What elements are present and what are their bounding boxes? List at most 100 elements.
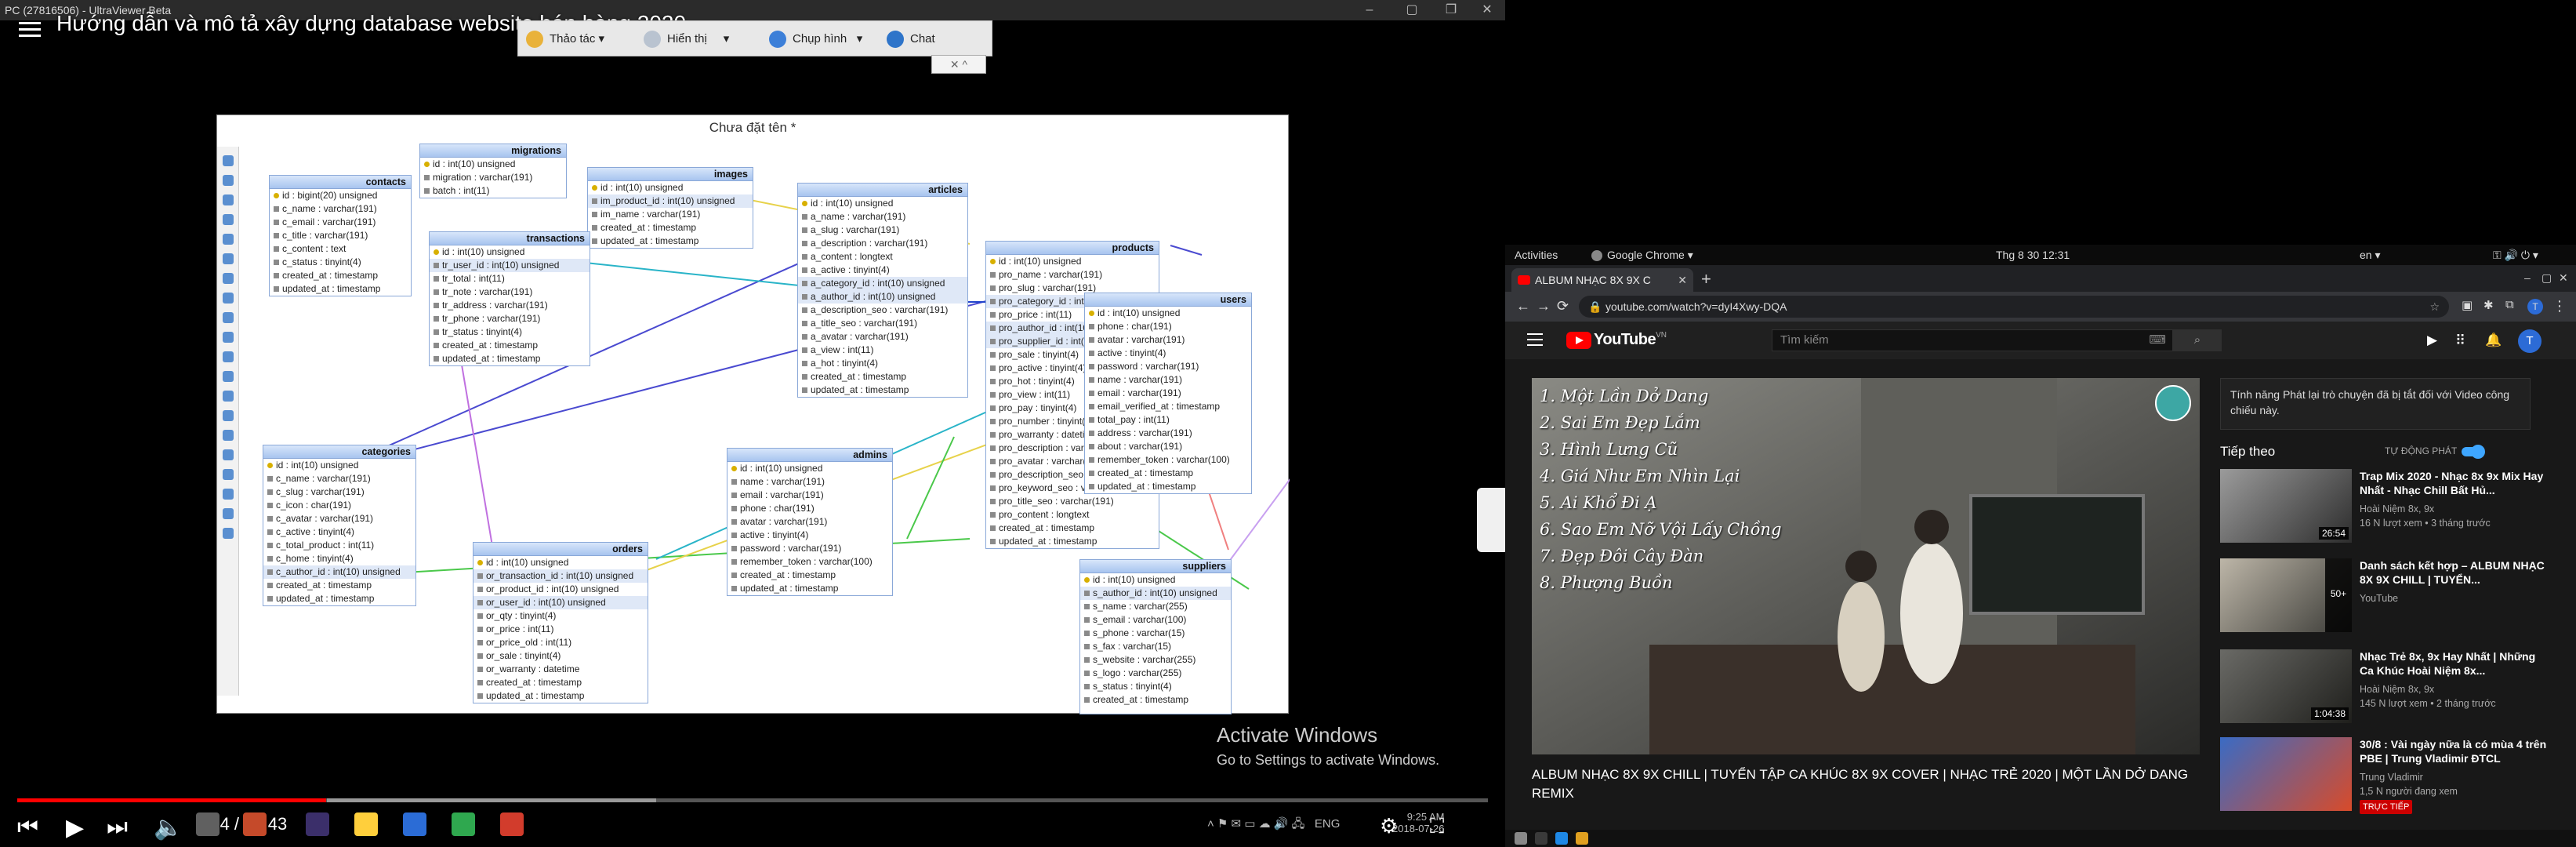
app-icon[interactable] (196, 812, 220, 836)
video-thumbnail[interactable]: 26:54 (2220, 469, 2352, 543)
profile-icon[interactable]: T (2527, 299, 2543, 314)
table-row: c_home : tinyint(4) (263, 552, 415, 565)
app-menu[interactable]: Google Chrome ▾ (1591, 245, 1693, 265)
forward-icon[interactable]: → (1537, 298, 1551, 314)
recommendation-title[interactable]: 30/8 : Vài ngày nữa là có mùa 4 trên PBE… (2360, 737, 2548, 765)
taskbar-clock[interactable]: 9:25 AM 2018-07-26 (1392, 811, 1445, 834)
table-row: im_product_id : int(10) unsigned (588, 194, 753, 208)
maximize-button[interactable]: ▢ (1394, 0, 1430, 20)
apps-icon[interactable]: ⠿ (2455, 333, 2473, 348)
youtube-logo[interactable]: YouTubeVN (1566, 331, 1667, 350)
table-categories[interactable]: categories id : int(10) unsigned c_name … (263, 445, 416, 606)
table-row: a_content : longtext (798, 250, 967, 264)
control-label: Thảo tác (550, 32, 596, 45)
app-icon[interactable] (1515, 832, 1527, 845)
recommendation-item[interactable]: 26:54 Trap Mix 2020 - Nhạc 8x 9x Mix Hay… (2220, 469, 2549, 544)
recommendation-item[interactable]: 50+ Danh sách kết hợp – ALBUM NHẠC 8X 9X… (2220, 558, 2549, 634)
notifications-icon[interactable]: 🔔 (2485, 333, 2502, 348)
recommendation-title[interactable]: Nhạc Trẻ 8x, 9x Hay Nhất | Những Ca Khúc… (2360, 649, 2548, 678)
menu-icon[interactable] (19, 22, 41, 39)
maximize-button[interactable]: ▢ (2542, 271, 2552, 285)
reload-icon[interactable]: ⟳ (1557, 298, 1569, 314)
video-thumbnail[interactable]: 1:04:38 (2220, 649, 2352, 723)
video-progress-bar[interactable] (17, 798, 1488, 802)
search-input[interactable]: Tìm kiếm ⌨ (1772, 329, 2173, 351)
more-icon[interactable]: ⋮ (2552, 298, 2567, 314)
app-icon[interactable] (452, 812, 475, 836)
tray-icons[interactable]: ˄ ⚑ ✉ ▭ ☁ 🔊 🖧 (1207, 817, 1312, 831)
minimize-button[interactable]: – (1351, 0, 1388, 20)
toggle-switch[interactable] (2462, 444, 2486, 459)
table-users[interactable]: users id : int(10) unsigned phone : char… (1084, 293, 1252, 494)
input-language[interactable]: en ▾ (2360, 245, 2381, 265)
close-button[interactable]: ✕ (1469, 0, 1505, 20)
screenshot-menu[interactable]: Chụp hình ▾ (769, 29, 862, 49)
next-icon[interactable]: ⏭ (107, 814, 128, 841)
address-bar[interactable]: 🔒 youtube.com/watch?v=dyI4Xwy-DQA ☆ (1579, 296, 2449, 318)
star-icon[interactable]: ☆ (2429, 296, 2440, 318)
terminal-icon[interactable] (1535, 832, 1547, 845)
app-icon[interactable] (306, 812, 329, 836)
table-migrations[interactable]: migrations id : int(10) unsigned migrati… (419, 144, 567, 198)
search-button[interactable]: ⌕ (2173, 329, 2222, 351)
extensions-icon[interactable]: ✱ (2483, 298, 2494, 312)
autoplay-toggle[interactable]: TỰ ĐỘNG PHÁT (2385, 444, 2486, 459)
extension-icon[interactable]: ▣ (2462, 298, 2473, 312)
video-thumbnail[interactable]: 50+ (2220, 558, 2352, 632)
recommendation-title[interactable]: Trap Mix 2020 - Nhạc 8x 9x Mix Hay Nhất … (2360, 469, 2548, 497)
app-icon[interactable] (243, 812, 267, 836)
minimize-button[interactable]: – (2524, 271, 2531, 284)
toolbar-collapse-controls[interactable]: ✕ ^ (931, 55, 986, 74)
cast-icon[interactable]: ⧉ (2505, 298, 2514, 311)
play-icon[interactable]: ▶ (66, 814, 84, 842)
table-row: s_email : varchar(100) (1080, 613, 1231, 627)
avatar[interactable]: T (2518, 329, 2542, 353)
close-tab-icon[interactable]: ✕ (1678, 268, 1687, 292)
restore-button[interactable]: ❐ (1433, 0, 1469, 20)
top-bar-clock[interactable]: Thg 8 30 12:31 (1996, 245, 2070, 265)
table-images[interactable]: images id : int(10) unsigned im_product_… (587, 167, 753, 249)
recommendation-item[interactable]: 1:04:38 Nhạc Trẻ 8x, 9x Hay Nhất | Những… (2220, 649, 2549, 725)
table-transactions[interactable]: transactions id : int(10) unsigned tr_us… (429, 231, 590, 366)
recommendation-title[interactable]: Danh sách kết hợp – ALBUM NHẠC 8X 9X CHI… (2360, 558, 2548, 587)
table-contacts[interactable]: contacts id : bigint(20) unsigned c_name… (269, 175, 412, 296)
channel-name[interactable]: YouTube (2360, 591, 2548, 605)
app-icon[interactable] (500, 812, 524, 836)
close-button[interactable]: ✕ (2559, 271, 2568, 285)
video-player[interactable]: 1. Một Lần Dở Dang 2. Sai Em Đẹp Lắm 3. … (1532, 378, 2200, 754)
chrome-icon[interactable] (1576, 832, 1588, 845)
chat-button[interactable]: Chat (887, 29, 935, 49)
video-thumbnail[interactable] (2220, 737, 2352, 811)
app-icon[interactable] (403, 812, 426, 836)
channel-name[interactable]: Trung Vladimir (2360, 770, 2548, 784)
tab-youtube[interactable]: ALBUM NHẠC 8X 9X C ✕ (1511, 268, 1693, 292)
recommendation-item[interactable]: 30/8 : Vài ngày nữa là có mùa 4 trên PBE… (2220, 737, 2549, 814)
channel-name[interactable]: Hoài Niệm 8x, 9x (2360, 502, 2548, 516)
folder-icon[interactable] (354, 812, 378, 836)
view-count: 16 N lượt xem • 3 tháng trước (2360, 518, 2491, 529)
guide-menu-icon[interactable] (1527, 333, 1543, 346)
side-panel-handle[interactable] (1477, 488, 1505, 552)
table-articles[interactable]: articles id : int(10) unsigned a_name : … (797, 183, 968, 398)
table-orders[interactable]: orders id : int(10) unsigned or_transact… (473, 542, 648, 703)
volume-icon[interactable]: 🔈 (154, 814, 183, 842)
table-row: created_at : timestamp (727, 569, 892, 582)
previous-icon[interactable]: ⏮ (17, 814, 38, 841)
table-row: phone : char(191) (1085, 320, 1251, 333)
vscode-icon[interactable] (1555, 832, 1568, 845)
activities-button[interactable]: Activities (1515, 245, 1558, 265)
language-indicator[interactable]: ENG (1315, 817, 1341, 831)
table-suppliers[interactable]: suppliers id : int(10) unsigned s_author… (1079, 559, 1232, 714)
table-admins[interactable]: admins id : int(10) unsigned name : varc… (727, 448, 893, 596)
back-icon[interactable]: ← (1516, 298, 1530, 314)
system-status-icons[interactable]: ⚿ 🔊 ⏻ ▾ (2493, 245, 2538, 265)
display-menu[interactable]: Hiển thị ▾ (644, 29, 729, 49)
control-menu[interactable]: Thảo tác ▾ (526, 29, 604, 49)
new-tab-button[interactable]: + (1701, 268, 1711, 290)
relation-line (1170, 245, 1203, 256)
bottom-dock (1505, 830, 2576, 847)
create-video-icon[interactable]: ▶︎ (2427, 333, 2444, 348)
keyboard-icon[interactable]: ⌨ (2149, 330, 2166, 351)
erd-canvas[interactable]: Chưa đặt tên * migrations id: int(10) u… (216, 115, 1290, 714)
channel-name[interactable]: Hoài Niệm 8x, 9x (2360, 682, 2548, 696)
